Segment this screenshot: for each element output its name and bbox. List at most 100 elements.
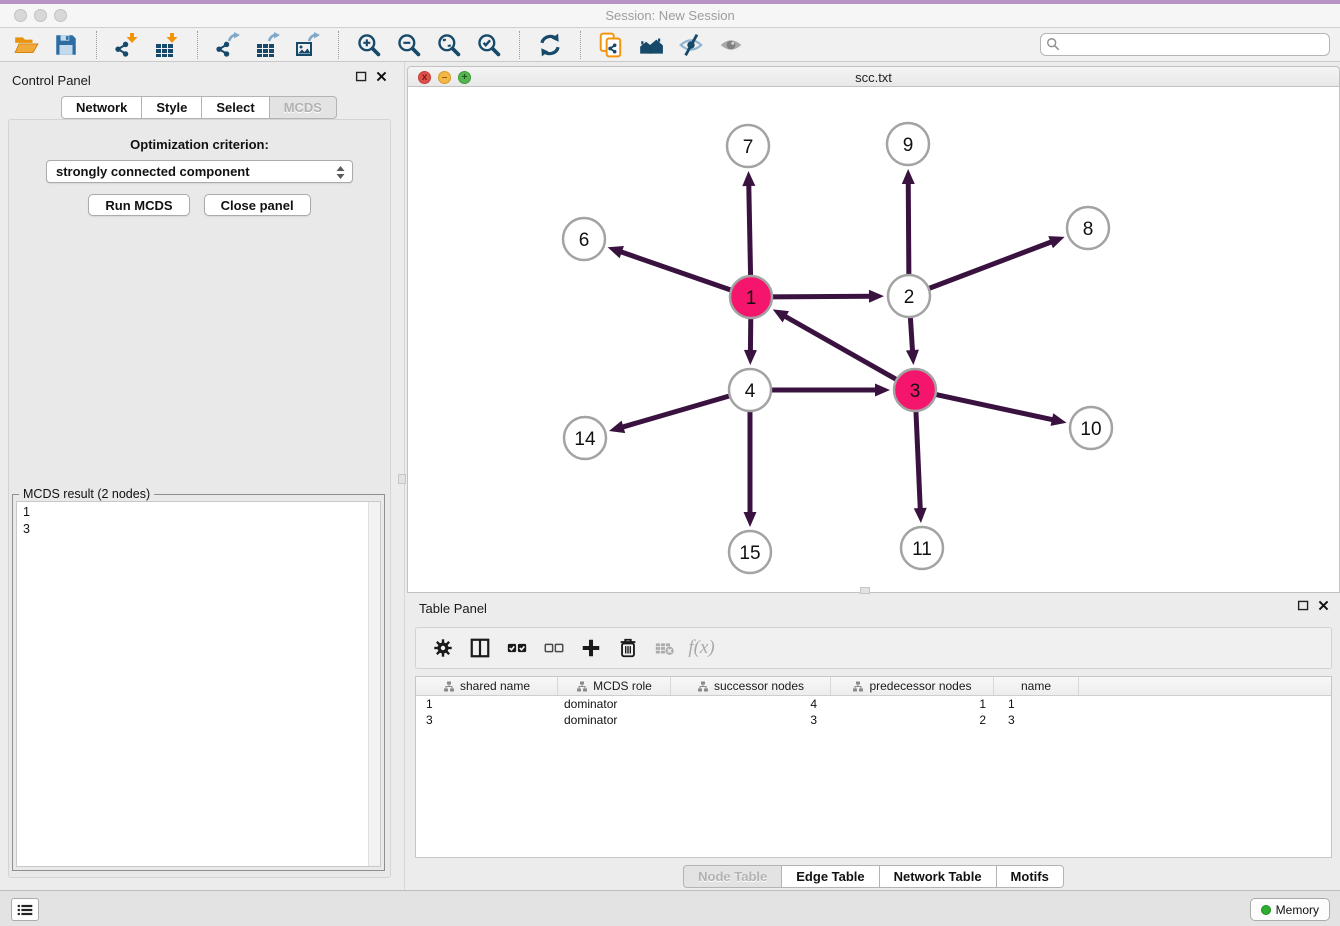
node-table-body: 1dominator4113dominator323 bbox=[416, 696, 1331, 728]
graph-edge[interactable] bbox=[916, 408, 921, 511]
graph-node-label: 14 bbox=[574, 429, 596, 450]
column-header-mcds-role[interactable]: MCDS role bbox=[558, 677, 671, 695]
function-builder-button[interactable]: f(x) bbox=[683, 631, 720, 665]
zoom-in-button[interactable] bbox=[349, 30, 389, 60]
table-cell: 4 bbox=[671, 697, 831, 711]
zoom-out-icon bbox=[396, 32, 422, 58]
import-table-button[interactable] bbox=[147, 30, 187, 60]
tab-style[interactable]: Style bbox=[142, 96, 202, 119]
first-neighbors-button[interactable] bbox=[631, 30, 671, 60]
graph-edge[interactable] bbox=[926, 241, 1054, 289]
graph-edge-arrowhead bbox=[1048, 236, 1064, 248]
export-table-button[interactable] bbox=[248, 30, 288, 60]
zoom-fit-button[interactable] bbox=[429, 30, 469, 60]
open-session-button[interactable] bbox=[6, 30, 46, 60]
network-table-divider-grip[interactable] bbox=[860, 587, 870, 594]
delete-row-button[interactable] bbox=[609, 631, 646, 665]
memory-button[interactable]: Memory bbox=[1250, 898, 1330, 921]
import-network-icon bbox=[114, 32, 140, 58]
status-bar: Memory bbox=[0, 890, 1340, 926]
network-canvas[interactable]: 7968124314101511 bbox=[407, 87, 1340, 593]
main-toolbar bbox=[0, 28, 1340, 62]
column-header-predecessor-nodes[interactable]: predecessor nodes bbox=[831, 677, 994, 695]
zoom-out-button[interactable] bbox=[389, 30, 429, 60]
export-image-button[interactable] bbox=[288, 30, 328, 60]
graph-edge[interactable] bbox=[769, 296, 872, 297]
table-settings-button[interactable] bbox=[424, 631, 461, 665]
save-session-button[interactable] bbox=[46, 30, 86, 60]
close-panel-icon[interactable] bbox=[1317, 599, 1330, 612]
search-input[interactable] bbox=[1040, 33, 1330, 56]
toolbar-separator bbox=[96, 31, 97, 59]
import-network-button[interactable] bbox=[107, 30, 147, 60]
hide-selected-button[interactable] bbox=[671, 30, 711, 60]
column-header-shared-name[interactable]: shared name bbox=[416, 677, 558, 695]
graph-edge[interactable] bbox=[783, 315, 899, 381]
eye-icon bbox=[718, 32, 744, 58]
graph-edge[interactable] bbox=[933, 394, 1055, 420]
graph-node-label: 1 bbox=[746, 288, 757, 309]
graph-edge-arrowhead bbox=[906, 350, 919, 365]
tab-select[interactable]: Select bbox=[202, 96, 269, 119]
network-window-titlebar[interactable]: x – + scc.txt bbox=[407, 66, 1340, 87]
network-window-title: scc.txt bbox=[408, 70, 1339, 85]
graph-node-label: 7 bbox=[743, 137, 754, 158]
duplicate-network-button[interactable] bbox=[591, 30, 631, 60]
export-network-button[interactable] bbox=[208, 30, 248, 60]
stepper-icon bbox=[335, 165, 346, 180]
tab-motifs[interactable]: Motifs bbox=[997, 865, 1064, 888]
column-header-name[interactable]: name bbox=[994, 677, 1079, 695]
add-row-button[interactable] bbox=[572, 631, 609, 665]
run-mcds-button[interactable]: Run MCDS bbox=[88, 194, 189, 216]
graph-edge-arrowhead bbox=[902, 169, 915, 184]
graph-edge[interactable] bbox=[910, 314, 912, 353]
tab-node-table[interactable]: Node Table bbox=[683, 865, 782, 888]
titlebar: Session: New Session bbox=[0, 4, 1340, 28]
show-column-panel-button[interactable] bbox=[461, 631, 498, 665]
table-row[interactable]: 1dominator411 bbox=[416, 696, 1331, 712]
deselect-all-button[interactable] bbox=[535, 631, 572, 665]
close-panel-icon[interactable] bbox=[375, 70, 388, 83]
apply-layout-button[interactable] bbox=[530, 30, 570, 60]
tab-network[interactable]: Network bbox=[61, 96, 142, 119]
criterion-select[interactable]: strongly connected component bbox=[46, 160, 353, 183]
list-icon bbox=[17, 903, 33, 917]
refresh-icon bbox=[537, 32, 563, 58]
network-graph[interactable]: 7968124314101511 bbox=[408, 87, 1339, 591]
toolbar-search bbox=[1040, 33, 1330, 56]
zoom-fit-icon bbox=[436, 32, 462, 58]
graph-edge[interactable] bbox=[908, 181, 909, 278]
float-panel-icon[interactable] bbox=[355, 70, 368, 83]
control-panel-tabs: Network Style Select MCDS bbox=[0, 96, 398, 119]
zoom-selected-button[interactable] bbox=[469, 30, 509, 60]
delete-table-button[interactable] bbox=[646, 631, 683, 665]
columns-icon bbox=[469, 637, 491, 659]
column-header-successor-nodes[interactable]: successor nodes bbox=[671, 677, 831, 695]
float-panel-icon[interactable] bbox=[1297, 599, 1310, 612]
select-all-button[interactable] bbox=[498, 631, 535, 665]
table-cell: 1 bbox=[831, 697, 994, 711]
tab-edge-table[interactable]: Edge Table bbox=[782, 865, 879, 888]
table-header-row: shared name MCDS role successor nodes bbox=[416, 677, 1331, 696]
window-title: Session: New Session bbox=[0, 8, 1340, 23]
show-all-button[interactable] bbox=[711, 30, 751, 60]
task-history-button[interactable] bbox=[11, 898, 39, 921]
control-panel-header: Control Panel bbox=[0, 68, 398, 92]
table-cell: 3 bbox=[994, 713, 1079, 727]
result-scrollbar[interactable] bbox=[368, 502, 380, 866]
table-row[interactable]: 3dominator323 bbox=[416, 712, 1331, 728]
export-image-icon bbox=[295, 32, 321, 58]
graph-edge[interactable] bbox=[749, 183, 751, 279]
tab-network-table[interactable]: Network Table bbox=[880, 865, 997, 888]
close-panel-button[interactable]: Close panel bbox=[204, 194, 311, 216]
divider-grip[interactable] bbox=[398, 474, 406, 484]
table-panel-title: Table Panel bbox=[407, 601, 487, 616]
graph-edge[interactable] bbox=[619, 251, 734, 291]
plus-icon bbox=[580, 637, 602, 659]
hierarchy-icon bbox=[697, 681, 709, 692]
graph-edge[interactable] bbox=[621, 395, 733, 428]
mcds-result-area[interactable]: 1 3 bbox=[16, 501, 381, 867]
home-icon bbox=[638, 32, 664, 58]
table-cell: dominator bbox=[558, 697, 671, 711]
tab-mcds[interactable]: MCDS bbox=[270, 96, 337, 119]
